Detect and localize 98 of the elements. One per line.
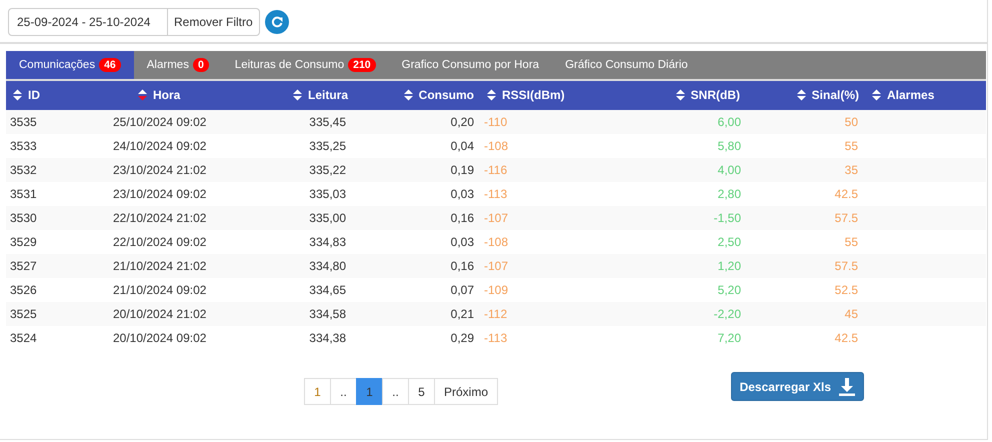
count-badge: 210 [348, 58, 376, 72]
table-cell: 50 [844, 115, 858, 129]
table-cell: 334,80 [309, 259, 346, 273]
table-cell: 0,16 [450, 211, 474, 225]
table-cell: 3533 [10, 139, 37, 153]
column-header[interactable]: SNR(dB) [690, 88, 740, 102]
table-cell: 45 [844, 307, 858, 321]
table-cell: 7,20 [718, 331, 741, 345]
table-cell: 334,38 [309, 331, 346, 345]
table-cell: 3532 [10, 163, 37, 177]
column-header[interactable]: ID [28, 88, 40, 102]
tab[interactable]: Grafico Consumo por Hora [388, 51, 552, 79]
table-cell: 4,00 [718, 163, 741, 177]
table-cell: 0,16 [450, 259, 474, 273]
column-header[interactable]: Consumo [418, 88, 474, 102]
table-cell: 3526 [10, 283, 37, 297]
table-cell: 57.5 [834, 211, 858, 225]
page-link[interactable]: Próximo [434, 378, 498, 405]
refresh-icon [270, 16, 283, 28]
download-button[interactable]: Descarregar Xls [730, 372, 864, 401]
table-cell: 25/10/2024 09:02 [113, 115, 206, 129]
table-cell: 55 [844, 139, 858, 153]
column-header[interactable]: Hora [153, 88, 180, 102]
table-cell: 335,45 [309, 115, 346, 129]
table-cell: 334,83 [309, 235, 346, 249]
table-cell: 3525 [10, 307, 37, 321]
table-cell: 335,25 [309, 139, 346, 153]
table-cell: 1,20 [718, 259, 741, 273]
page-link[interactable]: 5 [408, 378, 435, 405]
remove-filter-button[interactable]: Remover Filtro [168, 8, 260, 36]
tab[interactable]: Comunicações 46 [6, 51, 134, 79]
table-cell: 52.5 [834, 283, 858, 297]
refresh-button[interactable] [264, 10, 289, 34]
table-cell: -1,50 [714, 211, 741, 225]
table-cell: 2,80 [718, 187, 741, 201]
table-cell: 0,04 [450, 139, 474, 153]
column-header[interactable]: RSSI(dBm) [502, 88, 565, 102]
page-link[interactable]: .. [330, 378, 357, 405]
download-icon [839, 378, 855, 396]
table-cell: 21/10/2024 09:02 [113, 283, 206, 297]
tab[interactable]: Gráfico Consumo Diário [552, 51, 701, 79]
table-cell: -113 [484, 331, 508, 345]
date-range-field[interactable]: 25-09-2024 - 25-10-2024 [8, 8, 168, 36]
count-badge: 0 [192, 58, 209, 72]
table-cell: -2,20 [714, 307, 741, 321]
page-link[interactable]: .. [382, 378, 409, 405]
column-header[interactable]: Sinal(%) [812, 88, 859, 102]
table-cell: -112 [484, 307, 508, 321]
table-cell: 5,80 [718, 139, 741, 153]
table-cell: 0,03 [450, 187, 474, 201]
table-cell: 23/10/2024 21:02 [113, 163, 206, 177]
table-cell: 23/10/2024 09:02 [113, 187, 206, 201]
column-header[interactable]: Leitura [308, 88, 348, 102]
table-cell: 3535 [10, 115, 37, 129]
table-cell: 42.5 [834, 187, 858, 201]
table-cell: 22/10/2024 09:02 [113, 235, 206, 249]
table-cell: 0,19 [450, 163, 474, 177]
table-cell: 334,58 [309, 307, 346, 321]
table-cell: 3531 [10, 187, 37, 201]
table-cell: 20/10/2024 21:02 [113, 307, 206, 321]
table-cell: -116 [484, 163, 508, 177]
table-cell: -107 [484, 259, 508, 273]
table-cell: -107 [484, 211, 508, 225]
table-cell: 0,29 [450, 331, 474, 345]
table-cell: -108 [484, 235, 508, 249]
table-cell: 3530 [10, 211, 37, 225]
table-cell: 42.5 [834, 331, 858, 345]
table-cell: -109 [484, 283, 508, 297]
page-link[interactable]: 1 [356, 378, 383, 405]
table-cell: -113 [484, 187, 508, 201]
table-cell: 3527 [10, 259, 37, 273]
table-cell: -108 [484, 139, 508, 153]
tab[interactable]: Leituras de Consumo 210 [222, 51, 389, 79]
table-cell: 6,00 [718, 115, 741, 129]
table-cell: 335,03 [309, 187, 346, 201]
table-cell: 22/10/2024 21:02 [113, 211, 206, 225]
table-cell: 0,21 [450, 307, 474, 321]
table-cell: 0,03 [450, 235, 474, 249]
count-badge: 46 [99, 58, 121, 72]
table-cell: 21/10/2024 21:02 [113, 259, 206, 273]
column-header[interactable]: Alarmes [887, 88, 934, 102]
table-cell: 0,07 [450, 283, 474, 297]
table-cell: 334,65 [309, 283, 346, 297]
table-cell: 0,20 [450, 115, 474, 129]
table-cell: -110 [484, 115, 508, 129]
table-cell: 57.5 [834, 259, 858, 273]
table-cell: 335,22 [309, 163, 346, 177]
table-cell: 55 [844, 235, 858, 249]
table-cell: 2,50 [718, 235, 741, 249]
table-cell: 20/10/2024 09:02 [113, 331, 206, 345]
table-cell: 3524 [10, 331, 37, 345]
table-cell: 24/10/2024 09:02 [113, 139, 206, 153]
table-cell: 3529 [10, 235, 37, 249]
tab[interactable]: Alarmes 0 [134, 51, 222, 79]
table-cell: 5,20 [718, 283, 741, 297]
table-cell: 335,00 [309, 211, 346, 225]
table-cell: 35 [844, 163, 858, 177]
page-link[interactable]: 1 [304, 378, 331, 405]
